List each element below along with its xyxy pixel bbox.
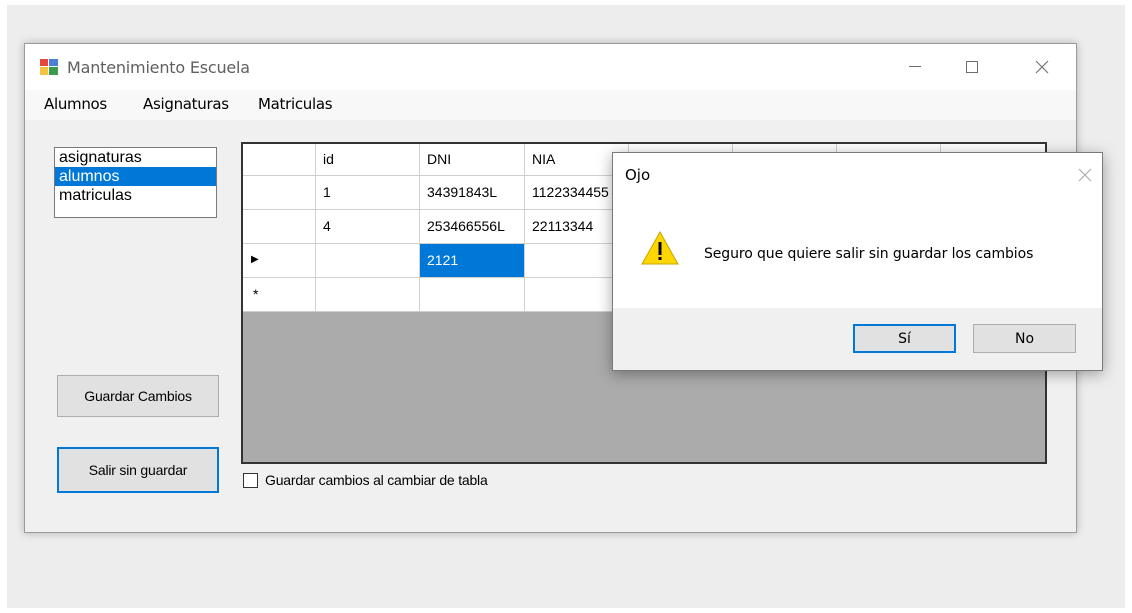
grid-corner-header [243, 144, 316, 176]
save-on-change-checkbox[interactable] [243, 473, 258, 488]
close-button[interactable] [1019, 52, 1065, 82]
cell-dni[interactable]: 34391843L [420, 176, 525, 210]
minimize-icon [909, 66, 921, 67]
cell-dni[interactable] [420, 278, 525, 312]
dialog-title: Ojo [625, 166, 651, 184]
row-header[interactable] [243, 176, 316, 210]
list-item-asignaturas[interactable]: asignaturas [55, 148, 216, 167]
window-title: Mantenimiento Escuela [67, 58, 250, 77]
list-item-alumnos[interactable]: alumnos [55, 167, 216, 186]
title-bar[interactable]: Mantenimiento Escuela [25, 44, 1076, 90]
maximize-icon [966, 61, 978, 73]
exit-without-saving-button[interactable]: Salir sin guardar [57, 447, 219, 493]
cell-id[interactable]: 1 [316, 176, 420, 210]
new-row-indicator-icon[interactable]: * [243, 278, 316, 312]
no-button[interactable]: No [973, 324, 1076, 353]
yes-button[interactable]: Sí [853, 324, 956, 353]
dialog-close-icon[interactable] [1078, 165, 1092, 188]
dialog-message: Seguro que quiere salir sin guardar los … [704, 246, 1034, 262]
cell-id[interactable] [316, 244, 420, 278]
column-header-id[interactable]: id [316, 144, 420, 176]
close-icon [1078, 168, 1092, 182]
tables-listbox[interactable]: asignaturas alumnos matriculas [54, 147, 217, 218]
app-icon [39, 58, 59, 76]
minimize-button[interactable] [892, 52, 938, 82]
cell-dni[interactable]: 253466556L [420, 210, 525, 244]
save-on-change-label[interactable]: Guardar cambios al cambiar de tabla [265, 472, 488, 488]
menu-bar: Alumnos Asignaturas Matriculas [25, 90, 1076, 120]
menu-alumnos[interactable]: Alumnos [44, 95, 107, 113]
list-item-matriculas[interactable]: matriculas [55, 186, 216, 205]
close-icon [1035, 60, 1049, 74]
dialog-button-bar: Sí No [613, 308, 1102, 370]
cell-id[interactable] [316, 278, 420, 312]
current-row-indicator-icon[interactable]: ▶ [243, 244, 316, 278]
cell-dni-selected[interactable]: 2121 [420, 244, 525, 278]
row-header[interactable] [243, 210, 316, 244]
menu-matriculas[interactable]: Matriculas [258, 95, 333, 113]
warning-icon [641, 231, 679, 265]
confirm-dialog: Ojo Seguro que quiere salir sin guardar … [612, 152, 1103, 371]
menu-asignaturas[interactable]: Asignaturas [143, 95, 229, 113]
maximize-button[interactable] [949, 52, 995, 82]
cell-id[interactable]: 4 [316, 210, 420, 244]
column-header-dni[interactable]: DNI [420, 144, 525, 176]
save-changes-button[interactable]: Guardar Cambios [57, 375, 219, 417]
